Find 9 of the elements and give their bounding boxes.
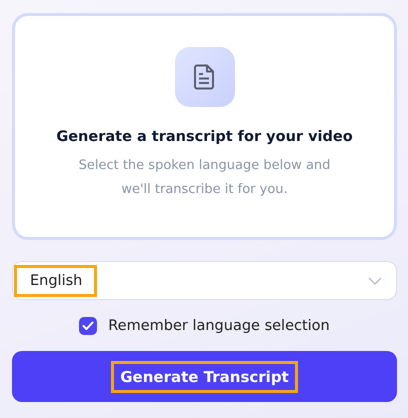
chevron-down-icon [368, 276, 382, 284]
card-description: Select the spoken language below and we'll transcribe it for you. [78, 157, 332, 199]
check-icon [82, 321, 94, 331]
checkbox-label: Remember language selection [108, 318, 330, 334]
generate-transcript-button[interactable]: Generate Transcript [12, 351, 397, 402]
language-dropdown[interactable]: English [12, 261, 397, 300]
checkbox[interactable] [79, 317, 98, 335]
card-title: Generate a transcript for your video [56, 129, 353, 145]
document-icon [174, 47, 234, 107]
